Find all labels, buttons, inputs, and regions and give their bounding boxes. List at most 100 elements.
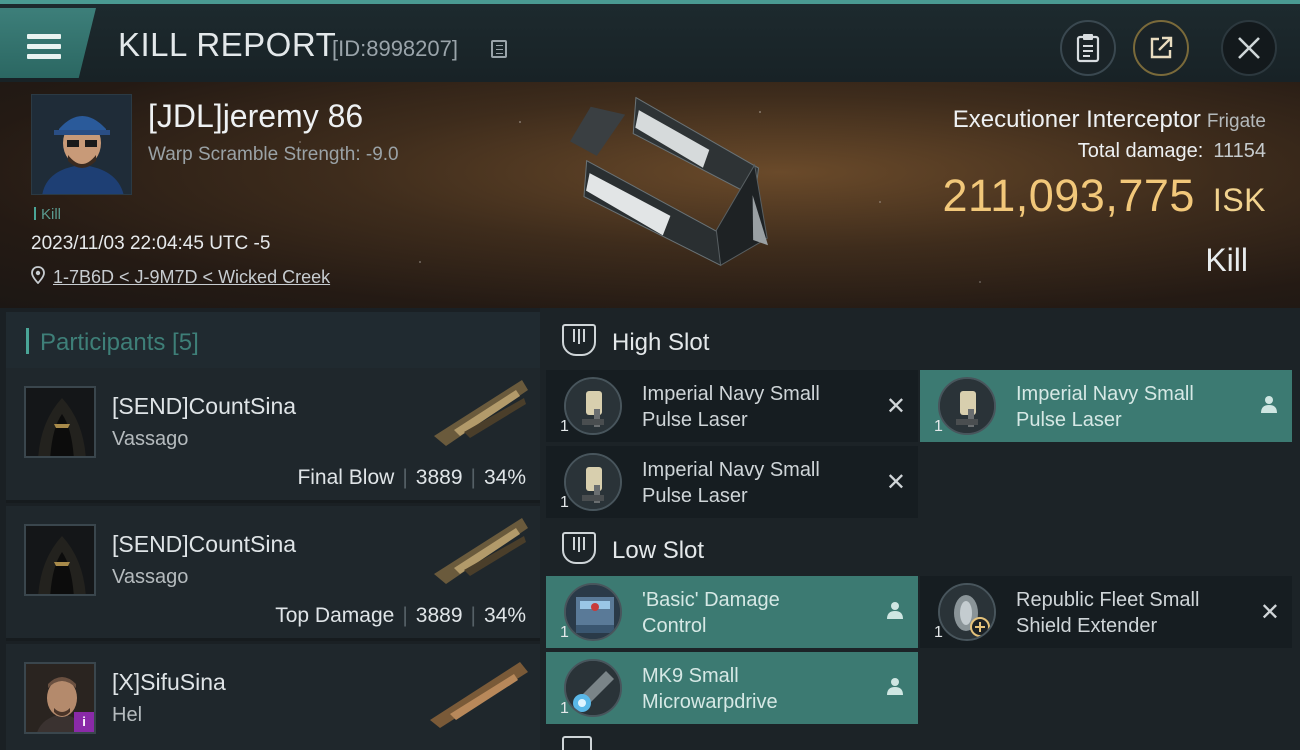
low-slot-label: Low Slot [612,537,705,564]
warp-scramble-strength: Warp Scramble Strength: -9.0 [148,144,399,165]
copy-icon[interactable] [491,40,507,58]
close-button[interactable] [1221,20,1277,76]
victim-avatar[interactable] [31,94,132,195]
dropped-pilot-icon [887,678,903,695]
total-damage-value: 11154 [1213,140,1266,162]
page-title: KILL REPORT [118,26,337,63]
pulse-laser-icon [938,377,996,435]
participant-percent: 34% [483,604,526,627]
shield-extender-icon [938,583,996,641]
participant-row[interactable]: i [X]SifuSina Hel [6,644,540,750]
participant-damage: 3889 [415,466,463,489]
module-name: Republic Fleet Small Shield Extender [1016,589,1200,637]
dropped-pilot-icon [887,602,903,619]
module-name: 'Basic' Damage Control [642,589,780,637]
module-item[interactable]: 1 Republic Fleet Small Shield Extender ✕ [920,576,1292,648]
low-slot-icon [562,532,596,564]
microwarpdrive-icon [564,659,622,717]
share-icon [1150,36,1173,59]
module-item[interactable]: 1 Imperial Navy Small Pulse Laser ✕ [546,446,918,518]
participant-avatar[interactable] [24,386,96,458]
participant-stats: Final Blow | 3889 | 34% [297,466,526,489]
participant-ship: Vassago [112,566,189,588]
participants-header: Participants [5] [6,312,540,370]
module-name: Imperial Navy Small Pulse Laser [642,383,820,431]
destroyed-icon: ✕ [885,393,906,420]
participant-name: [SEND]CountSina [112,393,297,419]
pilot-portrait [26,388,94,456]
participant-ship: Hel [112,704,143,726]
share-button[interactable] [1133,20,1189,76]
pulse-laser-icon [564,377,622,435]
high-slot-label: High Slot [612,329,710,356]
ship-type: Executioner Interceptor [952,106,1201,133]
victim-ship-image [570,96,769,267]
module-qty: 1 [560,418,569,435]
participant-ship-image [430,662,528,728]
participant-avatar[interactable] [24,524,96,596]
module-item[interactable]: 1 Imperial Navy Small Pulse Laser [920,370,1292,442]
report-id: [ID:8998207] [332,36,458,61]
kill-datetime: 2023/11/03 22:04:45 UTC -5 [31,233,271,254]
high-slot-header: High Slot [550,312,1300,370]
fitting-panel: High Slot 1 Imperial Navy Small Pulse Las… [540,308,1300,750]
victim-ship[interactable]: Executioner Interceptor Frigate [953,106,1266,134]
destroyed-icon: ✕ [885,469,906,496]
kill-location-link[interactable]: 1-7B6D < J-9M7D < Wicked Creek [53,267,330,288]
module-item[interactable]: 1 'Basic' Damage Control [546,576,918,648]
module-qty: 1 [934,624,943,641]
module-qty: 1 [560,700,569,717]
participant-role: Final Blow [297,466,395,489]
isk-unit: ISK [1212,182,1266,218]
participant-row[interactable]: [SEND]CountSina Vassago Final Blow | 3889 |… [6,368,540,503]
dropped-pilot-icon [1261,396,1277,413]
victim-name[interactable]: [JDL]jeremy 86 [148,98,363,135]
participant-ship-image [434,518,528,584]
participants-panel: Participants [5] [SEND]CountSina Vassago… [0,308,540,750]
participant-name: [SEND]CountSina [112,531,297,557]
victim-summary: [JDL]jeremy 86 Warp Scramble Strength: -… [0,82,1300,308]
total-damage: Total damage: 11154 [1078,140,1266,163]
module-qty: 1 [560,494,569,511]
menu-button[interactable] [0,8,96,78]
participant-name: [X]SifuSina [112,669,226,695]
pilot-portrait [26,526,94,594]
pulse-laser-icon [564,453,622,511]
location-pin-icon [31,266,45,284]
participant-ship-image [434,380,528,446]
ship-class: Frigate [1206,111,1266,132]
module-qty: 1 [560,624,569,641]
participant-row[interactable]: [SEND]CountSina Vassago Top Damage | 3889 |… [6,506,540,641]
module-name: MK9 Small Microwarpdrive [642,665,778,713]
participant-role: Top Damage [275,604,395,627]
module-qty: 1 [934,418,943,435]
top-bar: KILL REPORT [ID:8998207] [0,0,1300,82]
destroyed-icon: ✕ [1259,599,1280,626]
close-icon [1238,37,1260,59]
pilot-portrait [32,95,131,194]
participant-damage: 3889 [415,604,463,627]
total-damage-label: Total damage: [1077,140,1204,162]
participant-ship: Vassago [112,428,189,450]
isk-value: 211,093,775 ISK [943,170,1267,222]
low-slot-header: Low Slot [550,520,1300,578]
module-item[interactable]: 1 MK9 Small Microwarpdrive [546,652,918,724]
clipboard-icon [1076,34,1100,63]
next-slot-header-partial [562,736,592,750]
module-name: Imperial Navy Small Pulse Laser [1016,383,1194,431]
participants-title: Participants [5] [40,329,199,356]
damage-control-icon [564,583,622,641]
isk-amount: 211,093,775 [942,170,1195,221]
high-slot-icon [562,324,596,356]
kill-tag: Kill [34,206,61,223]
result-label: Kill [1205,242,1248,278]
module-item[interactable]: 1 Imperial Navy Small Pulse Laser ✕ [546,370,918,442]
clipboard-button[interactable] [1060,20,1116,76]
info-badge[interactable]: i [74,712,94,732]
module-name: Imperial Navy Small Pulse Laser [642,459,820,507]
section-accent [26,328,29,354]
menu-icon [27,34,61,60]
participant-stats: Top Damage | 3889 | 34% [275,604,526,627]
participant-avatar[interactable]: i [24,662,96,734]
participant-percent: 34% [483,466,526,489]
